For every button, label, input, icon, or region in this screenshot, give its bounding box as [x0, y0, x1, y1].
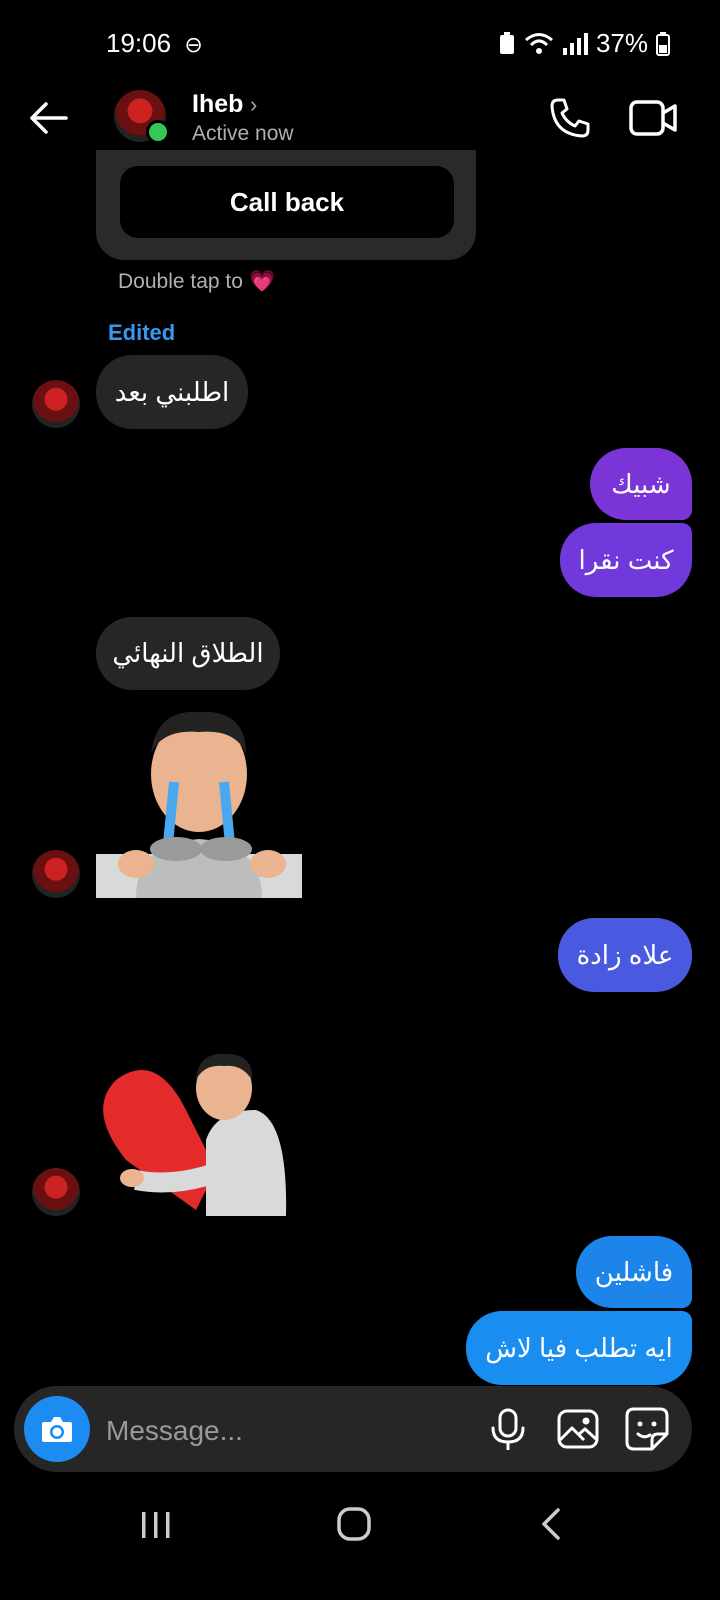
incoming-message[interactable]: الطلاق النهائي: [96, 617, 280, 690]
edited-label: Edited: [108, 320, 176, 345]
contact-name[interactable]: Iheb: [192, 90, 243, 119]
outgoing-message[interactable]: فاشلين: [576, 1236, 692, 1308]
message-input[interactable]: [104, 1408, 468, 1454]
microphone-icon[interactable]: [488, 1408, 528, 1450]
status-time: 19:06 ⊖: [106, 28, 203, 58]
signal-icon: [562, 32, 588, 55]
phone-icon[interactable]: [548, 96, 592, 140]
outgoing-message[interactable]: علاه زادة: [558, 918, 692, 992]
contact-avatar[interactable]: [114, 90, 170, 144]
back-arrow-icon[interactable]: [26, 96, 70, 140]
heart-hug-avatar-sticker[interactable]: [96, 1050, 288, 1216]
home-icon[interactable]: [336, 1506, 372, 1542]
chevron-right-icon[interactable]: ›: [250, 92, 257, 118]
call-back-button[interactable]: Call back: [120, 166, 454, 238]
online-indicator: [146, 120, 170, 144]
hint-text: Double tap to: [118, 270, 243, 293]
sender-avatar[interactable]: [32, 1168, 80, 1216]
sticker-icon[interactable]: [624, 1406, 670, 1452]
outgoing-message[interactable]: ايه تطلب فيا لاش: [466, 1311, 692, 1385]
battery-saver-icon: [499, 31, 514, 54]
battery-percent: 37%: [595, 28, 648, 58]
recent-apps-icon[interactable]: [140, 1508, 172, 1542]
gallery-icon[interactable]: [556, 1408, 600, 1450]
nav-back-icon[interactable]: [536, 1506, 566, 1542]
do-not-disturb-icon: ⊖: [184, 32, 203, 57]
heart-icon: 💗: [248, 270, 276, 293]
camera-icon: [42, 1417, 72, 1442]
incoming-message[interactable]: اطلبني بعد: [96, 355, 248, 429]
battery-icon: [656, 31, 670, 56]
outgoing-message[interactable]: كنت نقرا: [560, 523, 692, 597]
double-tap-hint: Double tap to 💗: [118, 270, 275, 294]
video-camera-icon[interactable]: [628, 96, 678, 140]
camera-button[interactable]: [24, 1396, 90, 1462]
contact-status: Active now: [192, 122, 294, 145]
sender-avatar[interactable]: [32, 850, 80, 898]
wifi-icon: [524, 32, 553, 54]
outgoing-message[interactable]: شبيك: [590, 448, 692, 520]
sender-avatar[interactable]: [32, 380, 80, 428]
status-indicators: 37%: [498, 28, 670, 59]
crying-avatar-sticker[interactable]: [96, 704, 302, 898]
